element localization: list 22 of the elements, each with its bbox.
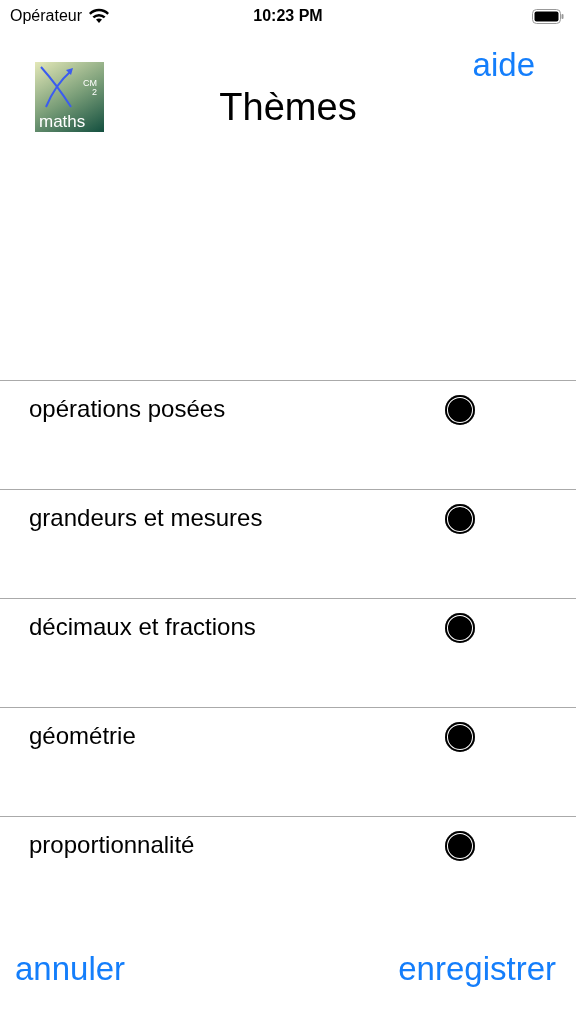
theme-toggle[interactable]: [445, 831, 475, 861]
arrows-icon: [39, 65, 75, 109]
logo-grade: CM: [83, 79, 97, 88]
theme-toggle[interactable]: [445, 395, 475, 425]
theme-toggle[interactable]: [445, 504, 475, 534]
theme-label: proportionnalité: [29, 831, 196, 859]
theme-label: géométrie: [29, 722, 137, 750]
theme-toggle[interactable]: [445, 613, 475, 643]
screen-title: Thèmes: [219, 88, 357, 126]
status-time: 10:23 PM: [253, 6, 323, 26]
logo-grade-number: 2: [92, 88, 97, 97]
logo-label: maths: [39, 113, 86, 130]
cancel-button[interactable]: annuler: [15, 952, 126, 985]
theme-label: grandeurs et mesures: [29, 504, 264, 532]
carrier-name: Opérateur: [10, 6, 83, 26]
theme-toggle[interactable]: [445, 722, 475, 752]
battery-icon: [532, 8, 564, 24]
help-link[interactable]: aide: [472, 48, 535, 81]
wifi-icon: [88, 8, 111, 24]
theme-label: opérations posées: [29, 395, 227, 423]
save-button[interactable]: enregistrer: [398, 952, 556, 985]
theme-label: décimaux et fractions: [29, 613, 257, 641]
